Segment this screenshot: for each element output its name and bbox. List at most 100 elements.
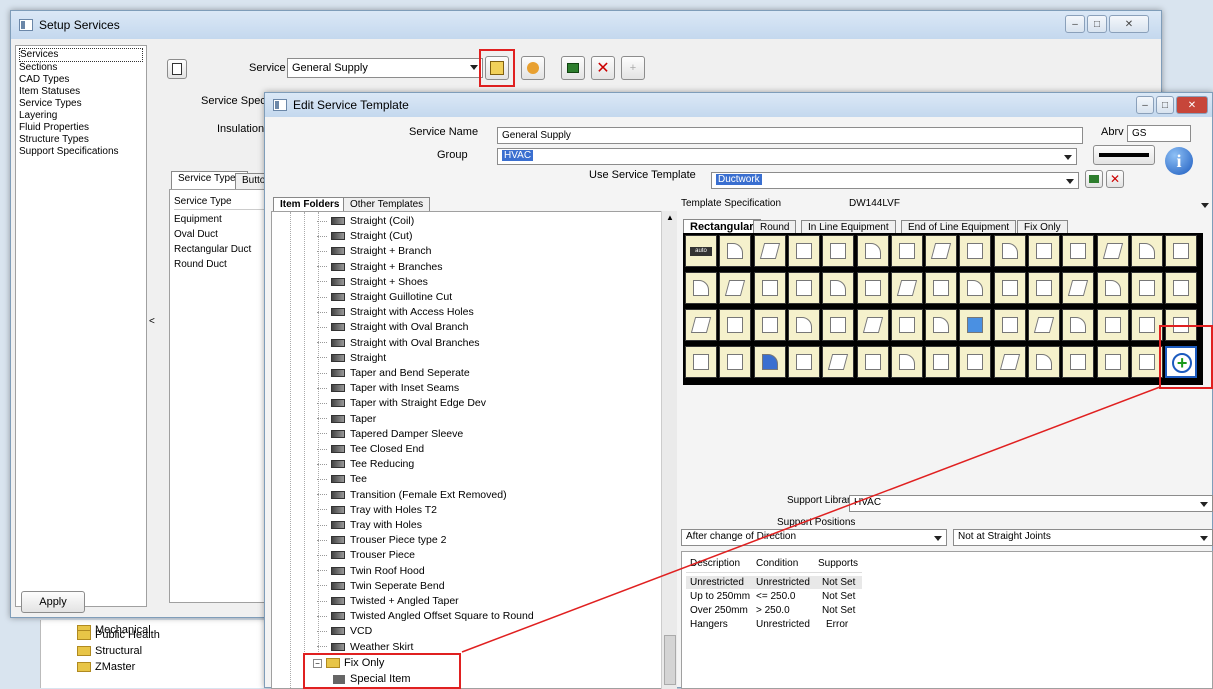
support-position-1-dropdown[interactable]: After change of Direction <box>681 529 947 546</box>
shape-cell[interactable] <box>753 235 786 267</box>
shape-cell[interactable] <box>719 272 752 304</box>
user-button[interactable] <box>521 56 545 80</box>
shape-cell[interactable] <box>993 272 1026 304</box>
shape-cell[interactable] <box>787 272 820 304</box>
shape-cell[interactable] <box>890 346 923 378</box>
tree-item[interactable]: Taper and Bend Seperate <box>317 367 470 379</box>
tree-item[interactable]: Tee Closed End <box>317 443 424 455</box>
shape-cell[interactable] <box>1165 235 1198 267</box>
minimize-button[interactable]: – <box>1136 96 1154 114</box>
shape-cell[interactable] <box>856 346 889 378</box>
shape-cell[interactable] <box>959 309 992 341</box>
shape-cell[interactable] <box>1130 235 1163 267</box>
minimize-button[interactable]: – <box>1065 15 1085 33</box>
shape-cell[interactable] <box>822 346 855 378</box>
tab-other-templates[interactable]: Other Templates <box>343 197 431 211</box>
close-button[interactable]: ✕ <box>1109 15 1149 33</box>
shape-cell[interactable] <box>685 272 717 304</box>
add-service-button[interactable] <box>561 56 585 80</box>
shape-cell[interactable] <box>993 346 1026 378</box>
shape-cell[interactable] <box>993 309 1026 341</box>
use-template-dropdown[interactable]: Ductwork <box>711 172 1079 189</box>
shape-cell[interactable] <box>787 309 820 341</box>
tree-item[interactable]: Straight with Oval Branches <box>317 337 480 349</box>
nav-item[interactable]: Fluid Properties <box>19 122 143 134</box>
list-item[interactable]: Equipment <box>174 212 264 227</box>
tree-item[interactable]: Straight with Oval Branch <box>317 321 468 333</box>
shape-cell[interactable] <box>787 235 820 267</box>
support-library-dropdown[interactable]: HVAC <box>849 495 1213 512</box>
tree-item[interactable]: Twisted + Angled Taper <box>317 595 459 607</box>
tree-item[interactable]: Taper with Inset Seams <box>317 382 459 394</box>
nav-item[interactable]: Layering <box>19 110 143 122</box>
nav-item[interactable]: Service Types <box>19 98 143 110</box>
shape-cell[interactable] <box>925 309 958 341</box>
apply-button[interactable]: Apply <box>21 591 85 613</box>
tree-item[interactable]: Straight (Coil) <box>317 215 414 227</box>
shape-cell[interactable] <box>925 272 958 304</box>
tree-item[interactable]: Tee Reducing <box>317 458 414 470</box>
tab-round[interactable]: Round <box>753 220 797 234</box>
nav-item[interactable]: CAD Types <box>19 74 143 86</box>
nav-item[interactable]: Services <box>19 48 143 62</box>
support-position-2-dropdown[interactable]: Not at Straight Joints <box>953 529 1213 546</box>
shape-cell[interactable] <box>856 309 889 341</box>
shape-cell[interactable] <box>925 235 958 267</box>
shape-cell[interactable] <box>719 346 752 378</box>
add-template-button[interactable] <box>1085 170 1103 188</box>
shape-cell[interactable] <box>959 235 992 267</box>
close-button[interactable]: ✕ <box>1176 96 1208 114</box>
shape-cell[interactable] <box>856 272 889 304</box>
shape-cell[interactable] <box>1062 309 1095 341</box>
shape-cell[interactable] <box>856 235 889 267</box>
template-spec-dropdown[interactable]: DW144LVF <box>845 197 1213 214</box>
tree-item[interactable]: Straight + Shoes <box>317 276 428 288</box>
shape-cell[interactable] <box>1096 346 1129 378</box>
shape-cell[interactable] <box>1130 272 1163 304</box>
shape-cell[interactable] <box>959 272 992 304</box>
tab-rectangular[interactable]: Rectangular <box>683 219 761 233</box>
shape-cell[interactable] <box>1062 272 1095 304</box>
shape-cell[interactable] <box>1028 309 1060 341</box>
tree-item[interactable]: Straight Guillotine Cut <box>317 291 452 303</box>
move-button[interactable]: + <box>621 56 645 80</box>
shape-cell[interactable] <box>685 309 717 341</box>
shape-cell[interactable] <box>753 346 786 378</box>
tree-item[interactable]: Tray with Holes T2 <box>317 504 437 516</box>
tree-item[interactable]: Taper with Straight Edge Dev <box>317 397 486 409</box>
abrv-input[interactable]: GS <box>1127 125 1191 142</box>
tree-item[interactable]: Transition (Female Ext Removed) <box>317 489 507 501</box>
maximize-button[interactable]: □ <box>1156 96 1174 114</box>
tree-scrollbar[interactable]: ▲ <box>661 211 677 689</box>
shape-cell[interactable] <box>1096 235 1129 267</box>
shape-cell[interactable] <box>1096 309 1129 341</box>
shape-cell[interactable] <box>753 272 786 304</box>
tree-item[interactable]: Straight (Cut) <box>317 230 412 242</box>
list-item[interactable]: Oval Duct <box>174 227 264 242</box>
tab-item-folders[interactable]: Item Folders <box>273 197 347 211</box>
shape-cell[interactable] <box>890 272 923 304</box>
tree-item[interactable]: Straight + Branch <box>317 245 431 257</box>
tree-node-zmaster[interactable]: ZMaster <box>77 661 135 673</box>
nav-item[interactable]: Structure Types <box>19 134 143 146</box>
nav-item[interactable]: Sections <box>19 62 143 74</box>
tree-item[interactable]: Tapered Damper Sleeve <box>317 428 463 440</box>
tree-node-structural[interactable]: Structural <box>77 645 142 657</box>
shape-cell[interactable] <box>1062 235 1095 267</box>
info-icon[interactable]: i <box>1165 147 1193 175</box>
tree-item[interactable]: Weather Skirt <box>317 641 413 653</box>
tab-in-line-equipment[interactable]: In Line Equipment <box>801 220 896 234</box>
tree-item[interactable]: Taper <box>317 413 376 425</box>
shape-cell[interactable] <box>822 235 855 267</box>
tree-item[interactable]: Twisted Angled Offset Square to Round <box>317 610 534 622</box>
service-name-input[interactable]: General Supply <box>497 127 1083 144</box>
shape-cell[interactable] <box>1165 272 1198 304</box>
collapse-arrow[interactable]: < <box>149 316 155 327</box>
tree-item[interactable]: Twin Roof Hood <box>317 565 425 577</box>
shape-cell[interactable] <box>822 272 855 304</box>
shape-cell[interactable] <box>822 309 855 341</box>
shape-cell[interactable] <box>890 309 923 341</box>
shape-cell[interactable] <box>1096 272 1129 304</box>
auto-cell[interactable]: auto <box>685 235 717 267</box>
shape-cell[interactable] <box>719 235 752 267</box>
